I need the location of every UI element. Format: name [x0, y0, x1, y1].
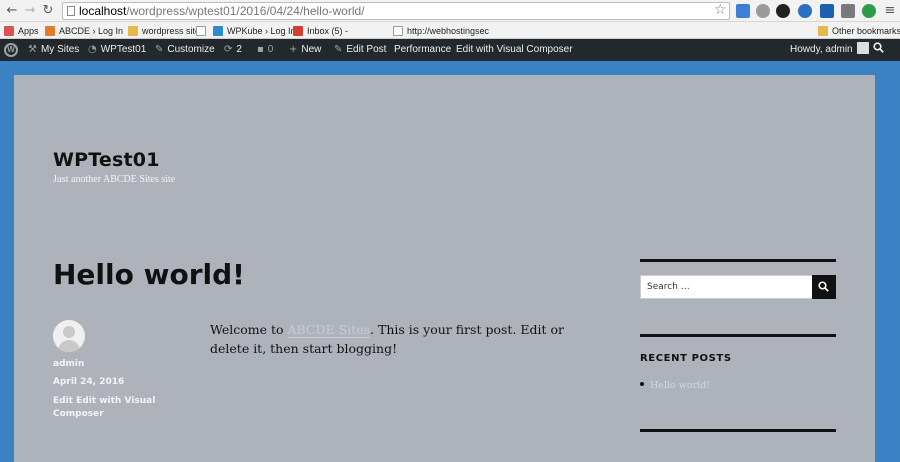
apps-icon [4, 26, 14, 36]
widget-divider [640, 334, 836, 337]
admin-edit-post-label: Edit Post [346, 44, 387, 55]
site-description: Just another ABCDE Sites site [53, 174, 176, 185]
pencil-icon: ✎ [334, 44, 343, 55]
site-icon [213, 26, 223, 36]
page-icon [196, 26, 206, 36]
gmail-icon [293, 26, 303, 36]
extension-icon[interactable] [756, 4, 770, 18]
post-author[interactable]: admin [53, 359, 84, 369]
search-icon [873, 42, 884, 53]
search-icon [818, 281, 829, 292]
sites-icon: ⚒ [28, 44, 37, 55]
extension-icon[interactable] [736, 4, 750, 18]
admin-updates[interactable]: ⟳ 2 [224, 39, 242, 61]
back-icon[interactable]: ← [4, 3, 20, 19]
admin-site-name-label: WPTest01 [100, 44, 147, 55]
admin-visual-composer-label: Edit with Visual Composer [456, 44, 573, 55]
content-link[interactable]: ABCDE Sites [287, 322, 371, 338]
bookmark-abcde[interactable]: ABCDE › Log In [45, 25, 123, 37]
admin-search[interactable] [873, 39, 884, 61]
admin-my-sites[interactable]: ⚒ My Sites [28, 39, 79, 61]
site-title[interactable]: WPTest01 [53, 149, 160, 171]
post-content: Welcome to ABCDE Sites. This is your fir… [210, 320, 590, 358]
admin-new-label: New [301, 44, 322, 55]
wordpress-extension-icon[interactable] [862, 4, 876, 18]
post-edit-link[interactable]: Edit Edit with Visual [53, 396, 155, 406]
list-bullet [640, 382, 644, 386]
menu-icon[interactable]: ≡ [882, 3, 898, 19]
extension-icon[interactable] [776, 4, 790, 18]
dashboard-icon: ◔ [88, 44, 97, 55]
bookmark-label: Apps [18, 26, 39, 36]
bookmark-inbox[interactable]: Inbox (5) - [293, 25, 348, 37]
admin-performance-label: Performance [394, 44, 452, 55]
bookmark-label: WPKube › Log In [227, 26, 296, 36]
bookmark-wordpress-sites[interactable]: wordpress sites [128, 25, 205, 37]
page-icon [67, 6, 75, 16]
widget-divider [640, 259, 836, 262]
admin-account[interactable]: Howdy, admin [790, 39, 869, 61]
admin-my-sites-label: My Sites [40, 44, 80, 55]
address-bar[interactable]: localhost/wordpress/wptest01/2016/04/24/… [62, 2, 730, 20]
avatar-head [63, 326, 75, 338]
url-host: localhost [79, 4, 127, 18]
bookmark-label: Other bookmarks [832, 26, 900, 36]
plus-icon: + [289, 44, 298, 55]
reload-icon[interactable]: ↻ [40, 3, 56, 19]
admin-performance[interactable]: Performance [394, 39, 451, 61]
recent-posts-title: RECENT POSTS [640, 353, 732, 364]
admin-customize[interactable]: ✎ Customize [155, 39, 215, 61]
recent-post-link[interactable]: Hello world! [650, 380, 710, 391]
bookmark-star-icon[interactable]: ☆ [714, 2, 727, 18]
updates-count: 2 [236, 44, 242, 55]
comments-count: 0 [267, 44, 274, 55]
page-icon [393, 26, 403, 36]
avatar [856, 42, 869, 54]
bookmark-apps[interactable]: Apps [4, 25, 39, 37]
post-title: Hello world! [53, 258, 245, 291]
extension-icon[interactable] [820, 4, 834, 18]
search-button[interactable] [812, 275, 836, 299]
browser-toolbar: ← → ↻ localhost/wordpress/wptest01/2016/… [0, 0, 900, 22]
admin-customize-label: Customize [167, 44, 215, 55]
bookmark-webhosting[interactable]: http://webhostingsec [393, 25, 489, 37]
extension-icon[interactable] [798, 4, 812, 18]
wp-admin-bar: W ⚒ My Sites ◔ WPTest01 ✎ Customize ⟳ 2 ▪ 0 +… [0, 39, 900, 61]
bookmark-label: http://webhostingsec [407, 26, 490, 36]
folder-icon [128, 26, 138, 36]
avatar-body [58, 340, 80, 352]
camera-icon[interactable] [841, 4, 855, 18]
wordpress-logo-icon[interactable]: W [4, 43, 18, 57]
other-bookmarks[interactable]: Other bookmarks [818, 25, 900, 37]
admin-edit-post[interactable]: ✎ Edit Post [334, 39, 386, 61]
post-edit-link-cont[interactable]: Composer [53, 409, 104, 419]
updates-icon: ⟳ [224, 44, 233, 55]
howdy-label: Howdy, admin [790, 44, 853, 55]
bookmark-wpkube[interactable]: WPKube › Log In [213, 25, 296, 37]
post-date[interactable]: April 24, 2016 [53, 377, 124, 387]
widget-divider [640, 429, 836, 432]
author-avatar[interactable] [53, 320, 85, 352]
forward-icon[interactable]: → [22, 3, 38, 19]
bookmark-blank[interactable] [196, 25, 210, 37]
bookmarks-bar: Apps ABCDE › Log In wordpress sites WPKu… [0, 22, 900, 39]
search-input[interactable]: Search … [640, 275, 813, 299]
folder-icon [818, 26, 828, 36]
bookmark-label: ABCDE › Log In [59, 26, 124, 36]
content-text: Welcome to [210, 322, 288, 337]
brush-icon: ✎ [155, 44, 164, 55]
bookmark-label: Inbox (5) - [307, 26, 349, 36]
url-path: /wordpress/wptest01/2016/04/24/hello-wor… [126, 4, 365, 18]
page-content: WPTest01 Just another ABCDE Sites site H… [14, 75, 875, 462]
comment-icon: ▪ [257, 44, 264, 55]
admin-comments[interactable]: ▪ 0 [257, 39, 273, 61]
site-icon [45, 26, 55, 36]
admin-new[interactable]: + New [289, 39, 321, 61]
admin-site-name[interactable]: ◔ WPTest01 [88, 39, 146, 61]
admin-visual-composer[interactable]: Edit with Visual Composer [456, 39, 573, 61]
